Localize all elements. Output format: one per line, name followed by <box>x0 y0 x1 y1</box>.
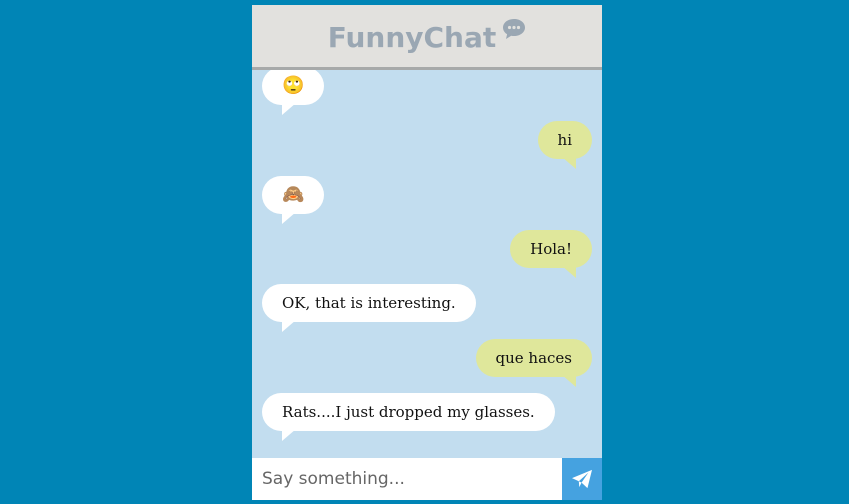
message-bubble-incoming: Rats....I just dropped my glasses. <box>262 393 555 441</box>
paper-plane-icon <box>572 469 592 489</box>
composer-bar <box>252 458 602 500</box>
chat-header: FunnyChat <box>252 5 602 70</box>
app-title: FunnyChat <box>327 20 497 54</box>
message-bubble-outgoing: que haces <box>475 339 592 387</box>
message-text: que haces <box>495 349 573 367</box>
face-with-rolling-eyes-emoji: 🙄 <box>282 75 305 96</box>
message-text: hi <box>557 131 572 149</box>
message-bubble-incoming: 🙈 <box>262 176 324 224</box>
message-list: 🙄 hi 🙈 Hola! OK, that is interesting. qu… <box>252 70 602 458</box>
message-bubble-incoming: OK, that is interesting. <box>262 284 476 332</box>
message-bubble-incoming: 🙄 <box>262 70 324 115</box>
send-button[interactable] <box>562 458 602 500</box>
see-no-evil-monkey-emoji: 🙈 <box>282 184 305 205</box>
message-input[interactable] <box>252 458 562 500</box>
chat-window: FunnyChat 🙄 hi 🙈 Hola! OK, that is inter… <box>252 5 602 500</box>
message-bubble-outgoing: Hola! <box>510 230 592 278</box>
message-text: Hola! <box>530 240 572 258</box>
message-text: OK, that is interesting. <box>282 294 456 312</box>
message-text: Rats....I just dropped my glasses. <box>282 403 535 421</box>
chat-bubble-icon <box>503 19 526 39</box>
message-bubble-outgoing: hi <box>537 121 592 169</box>
